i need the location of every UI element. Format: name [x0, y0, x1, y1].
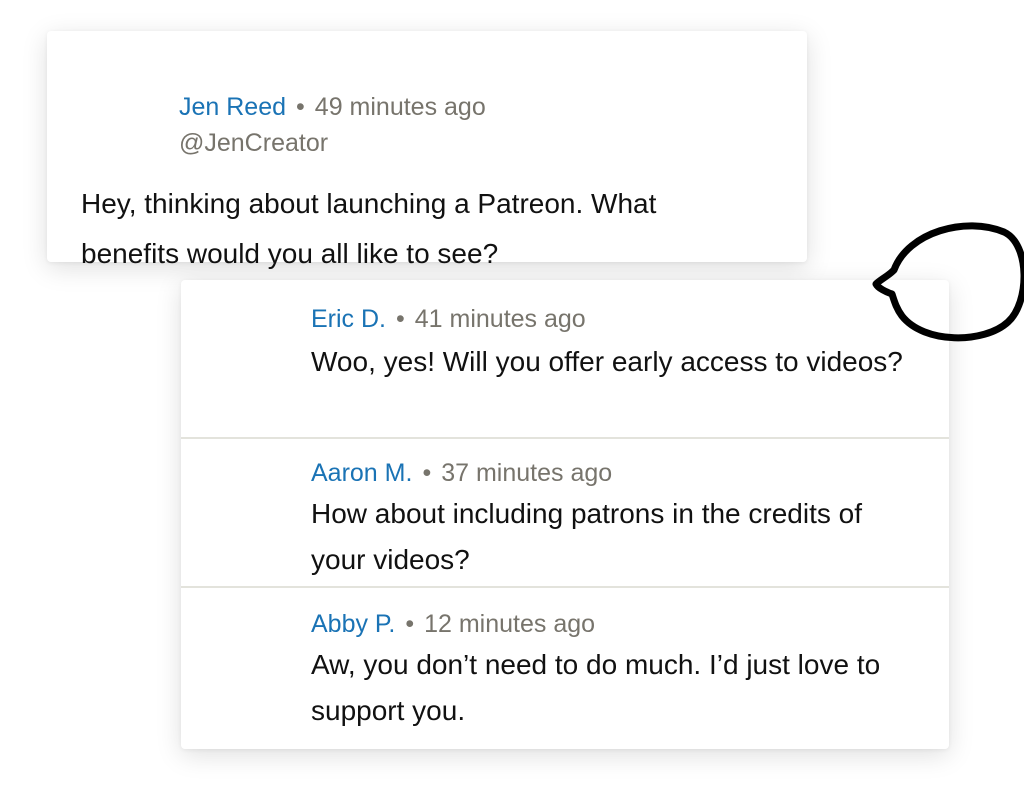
reply-separator: • — [422, 459, 432, 487]
reply-body: Aw, you don’t need to do much. I’d just … — [311, 649, 881, 726]
reply-author-link[interactable]: Abby P. — [311, 610, 395, 638]
replies-card: Eric D. • 41 minutes ago Woo, yes! Will yo… — [181, 280, 949, 749]
reply-separator: • — [396, 305, 405, 333]
reply-author-link[interactable]: Eric D. — [311, 305, 386, 333]
reply-timestamp: 37 minutes ago — [441, 459, 613, 487]
reply-author-link[interactable]: Aaron M. — [311, 459, 412, 487]
post-author-link[interactable]: Jen Reed — [179, 93, 286, 121]
post-handle: @JenCreator — [179, 127, 328, 159]
reply-meta: Eric D. • 41 minutes ago — [311, 303, 586, 335]
reply-body: How about including patrons in the credi… — [311, 498, 862, 575]
reply-timestamp: 41 minutes ago — [414, 305, 586, 333]
post-body: Hey, thinking about launching a Patreon.… — [81, 188, 657, 269]
speech-bubble-icon — [872, 222, 1024, 342]
comment-thread-illustration: Jen Reed • 49 minutes ago @JenCreator Hey,… — [0, 0, 1024, 812]
original-post-card: Jen Reed • 49 minutes ago @JenCreator Hey,… — [47, 31, 807, 269]
reply-item: Abby P. • 12 minutes ago Aw, you don’t nee… — [181, 588, 949, 749]
reply-meta: Abby P. • 12 minutes ago — [311, 608, 595, 640]
post-timestamp: 49 minutes ago — [314, 93, 486, 121]
reply-item: Aaron M. • 37 minutes ago How about includ… — [181, 439, 949, 587]
reply-meta: Aaron M. • 37 minutes ago — [311, 457, 612, 489]
reply-item: Eric D. • 41 minutes ago Woo, yes! Will yo… — [181, 280, 949, 438]
reply-separator: • — [405, 610, 415, 638]
post-meta: Jen Reed • 49 minutes ago — [179, 91, 486, 123]
post-handle-text: @JenCreator — [179, 129, 329, 157]
post-separator: • — [296, 93, 305, 121]
reply-timestamp: 12 minutes ago — [424, 610, 596, 638]
reply-body: Woo, yes! Will you offer early access to… — [311, 346, 903, 377]
